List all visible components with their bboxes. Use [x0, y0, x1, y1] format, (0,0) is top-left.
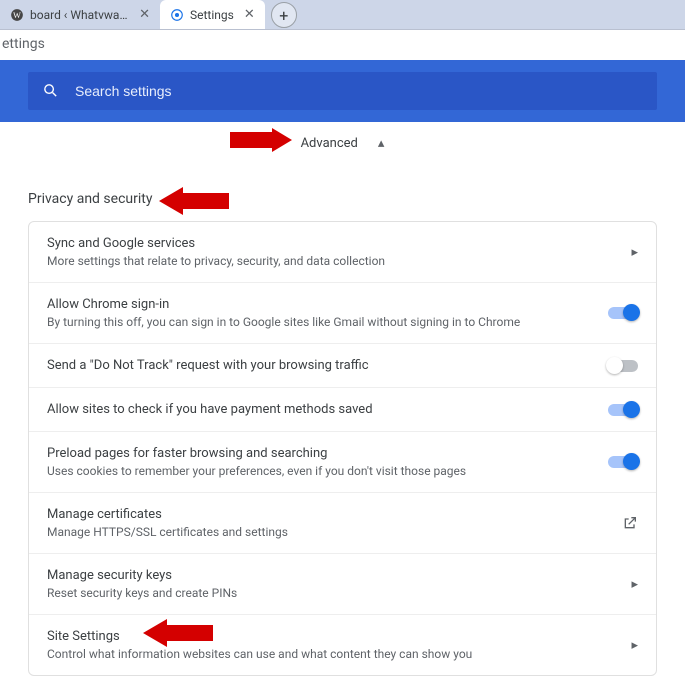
search-icon	[42, 82, 59, 100]
row-site-settings[interactable]: Site Settings Control what information w…	[29, 615, 656, 675]
tab-settings[interactable]: Settings ✕	[160, 0, 265, 29]
row-title: Sync and Google services	[47, 236, 598, 251]
row-preload: Preload pages for faster browsing and se…	[29, 432, 656, 493]
row-subtitle: Control what information websites can us…	[47, 647, 598, 661]
row-subtitle: Reset security keys and create PINs	[47, 586, 598, 600]
row-title: Preload pages for faster browsing and se…	[47, 446, 598, 461]
toggle-preload[interactable]	[608, 456, 638, 468]
tab-dashboard[interactable]: W board ‹ Whatvwant — Word ✕	[0, 0, 160, 29]
privacy-card: Sync and Google services More settings t…	[28, 221, 657, 676]
row-allow-signin: Allow Chrome sign-in By turning this off…	[29, 283, 656, 344]
advanced-toggle[interactable]: Advanced ▴	[0, 122, 685, 161]
chevron-right-icon: ▸	[598, 638, 638, 653]
tab-label: Settings	[190, 8, 234, 22]
row-sync[interactable]: Sync and Google services More settings t…	[29, 222, 656, 283]
toggle-dnt[interactable]	[608, 360, 638, 372]
row-title: Allow sites to check if you have payment…	[47, 402, 598, 417]
address-bar[interactable]: ettings	[0, 30, 685, 60]
row-title: Site Settings	[47, 629, 598, 644]
row-title: Allow Chrome sign-in	[47, 297, 598, 312]
section-title: Privacy and security	[0, 161, 685, 221]
row-subtitle: More settings that relate to privacy, se…	[47, 254, 598, 268]
chevron-up-icon: ▴	[378, 136, 385, 151]
gear-icon	[170, 8, 184, 22]
row-payment-check: Allow sites to check if you have payment…	[29, 388, 656, 432]
external-link-icon	[598, 515, 638, 531]
row-subtitle: By turning this off, you can sign in to …	[47, 315, 598, 329]
toggle-signin[interactable]	[608, 307, 638, 319]
advanced-label: Advanced	[301, 136, 358, 151]
new-tab-button[interactable]: +	[271, 2, 297, 28]
row-do-not-track: Send a "Do Not Track" request with your …	[29, 344, 656, 388]
wordpress-icon: W	[10, 8, 24, 22]
close-icon[interactable]: ✕	[139, 8, 150, 21]
search-field[interactable]	[28, 72, 657, 110]
row-security-keys[interactable]: Manage security keys Reset security keys…	[29, 554, 656, 615]
row-title: Manage security keys	[47, 568, 598, 583]
chevron-right-icon: ▸	[598, 577, 638, 592]
row-title: Send a "Do Not Track" request with your …	[47, 358, 598, 373]
svg-text:W: W	[13, 10, 21, 19]
row-subtitle: Uses cookies to remember your preference…	[47, 464, 598, 478]
search-input[interactable]	[75, 83, 643, 99]
row-subtitle: Manage HTTPS/SSL certificates and settin…	[47, 525, 598, 539]
chevron-right-icon: ▸	[598, 245, 638, 260]
tab-label: board ‹ Whatvwant — Word	[30, 8, 129, 22]
row-certificates[interactable]: Manage certificates Manage HTTPS/SSL cer…	[29, 493, 656, 554]
close-icon[interactable]: ✕	[244, 8, 255, 21]
toggle-payment[interactable]	[608, 404, 638, 416]
annotation-arrow-icon	[228, 128, 294, 152]
settings-header	[0, 60, 685, 122]
row-title: Manage certificates	[47, 507, 598, 522]
browser-tabstrip: W board ‹ Whatvwant — Word ✕ Settings ✕ …	[0, 0, 685, 30]
